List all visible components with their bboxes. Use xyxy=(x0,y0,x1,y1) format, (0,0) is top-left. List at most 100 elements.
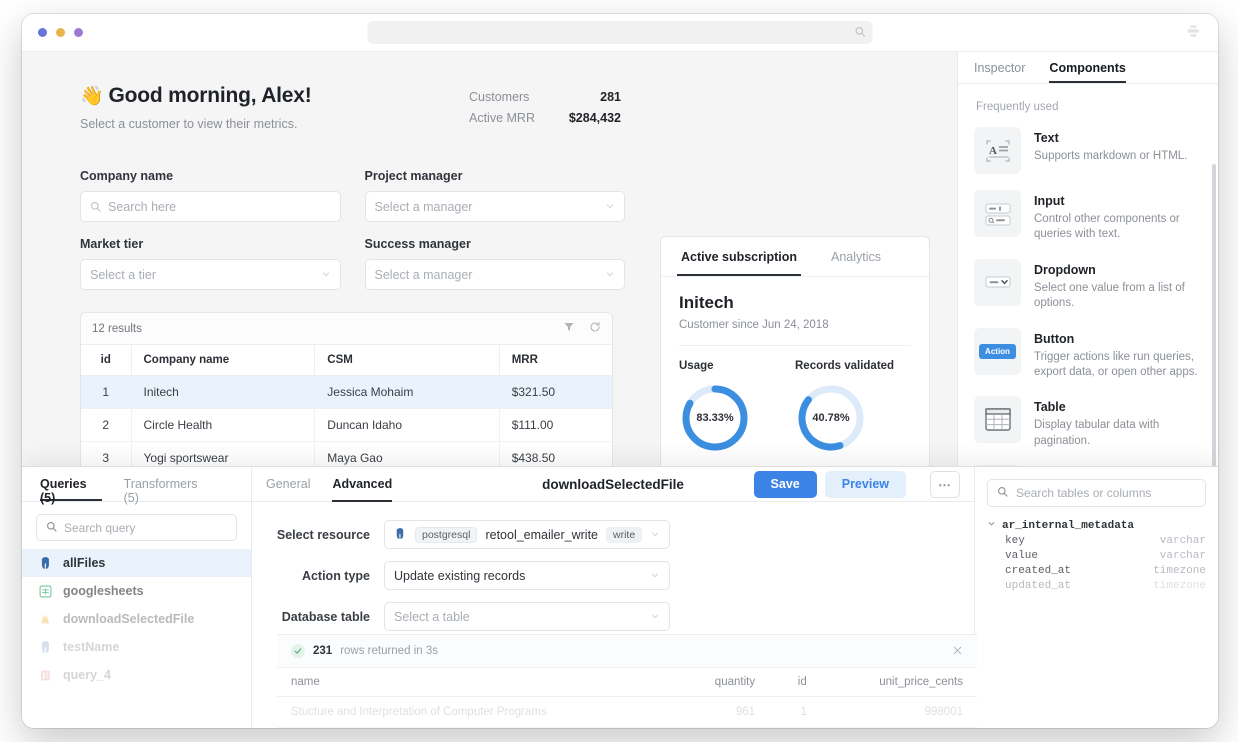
database-table-dropdown[interactable]: Select a table xyxy=(384,602,670,631)
res-col-unit-price[interactable]: unit_price_cents xyxy=(821,668,977,697)
tab-active-subscription[interactable]: Active subscription xyxy=(677,237,801,276)
market-tier-select[interactable]: Select a tier xyxy=(80,259,341,290)
table-row[interactable]: 1 Initech Jessica Mohaim $321.50 xyxy=(81,376,612,409)
field-database-table: Database table Select a table xyxy=(272,602,954,631)
usage-title: Usage xyxy=(679,360,795,372)
component-desc: Select one value from a list of options. xyxy=(1034,281,1202,312)
records-percent: 40.78% xyxy=(795,382,867,454)
cell-id: 1 xyxy=(81,376,131,409)
component-item-input[interactable]: Input Control other components or querie… xyxy=(974,183,1202,252)
search-icon xyxy=(855,24,866,42)
postgres-icon xyxy=(38,640,53,655)
action-type-dropdown[interactable]: Update existing records xyxy=(384,561,670,590)
tab-advanced[interactable]: Advanced xyxy=(332,467,392,502)
dropdown-component-icon xyxy=(974,259,1021,306)
results-count: 12 results xyxy=(92,323,142,335)
kpi-customers: Customers 281 xyxy=(469,90,621,104)
field-project-manager-label: Project manager xyxy=(365,169,626,183)
table-row[interactable]: 2 Circle Health Duncan Idaho $111.00 xyxy=(81,409,612,442)
query-editor-toolbar: General Advanced downloadSelectedFile Sa… xyxy=(252,467,974,502)
company-name-search-input[interactable]: Search here xyxy=(80,191,341,222)
window-controls[interactable] xyxy=(38,28,83,37)
resource-access-pill: write xyxy=(606,527,642,543)
search-icon xyxy=(90,201,101,212)
results-row[interactable]: Stucture and Interpretation of Computer … xyxy=(277,697,977,728)
select-resource-dropdown[interactable]: postgresql retool_emailer_write write xyxy=(384,520,670,549)
query-list-tabs: Queries (5) Transformers (5) xyxy=(22,467,251,502)
component-item-table[interactable]: Table Display tabular data with paginati… xyxy=(974,389,1202,458)
components-scrollbar[interactable] xyxy=(1212,164,1216,494)
kpi-customers-label: Customers xyxy=(469,90,529,104)
res-col-id[interactable]: id xyxy=(769,668,821,697)
refresh-icon[interactable] xyxy=(589,320,601,338)
col-company[interactable]: Company name xyxy=(131,345,315,376)
query-item-downloadselectedfile[interactable]: downloadSelectedFile xyxy=(22,605,251,633)
query-item-googlesheets[interactable]: googlesheets xyxy=(22,577,251,605)
schema-browser-pane: Search tables or columns ar_internal_met… xyxy=(974,467,1218,728)
component-item-text[interactable]: A Text Supports markdown or HTML. xyxy=(974,120,1202,183)
schema-column: updated_at timezone xyxy=(987,580,1206,592)
preview-button[interactable]: Preview xyxy=(825,471,906,498)
greeting-text: Good morning, Alex! xyxy=(108,84,311,107)
rest-icon xyxy=(38,668,53,683)
col-id[interactable]: id xyxy=(81,345,131,376)
frequently-used-label: Frequently used xyxy=(958,84,1218,120)
col-csm[interactable]: CSM xyxy=(315,345,499,376)
component-name: Input xyxy=(1034,194,1065,208)
schema-column: value varchar xyxy=(987,550,1206,562)
query-item-allfiles[interactable]: allFiles xyxy=(22,549,251,577)
more-options-button[interactable]: ⋯ xyxy=(930,471,960,498)
save-button[interactable]: Save xyxy=(754,471,817,498)
svg-text:A: A xyxy=(989,145,997,157)
project-manager-select[interactable]: Select a manager xyxy=(365,191,626,222)
schema-table-node[interactable]: ar_internal_metadata xyxy=(987,519,1206,532)
tab-queries[interactable]: Queries (5) xyxy=(40,467,102,501)
window-maximize-dot[interactable] xyxy=(74,28,83,37)
field-company-name: Company name Search here xyxy=(80,169,341,222)
component-name: Dropdown xyxy=(1034,263,1096,277)
res-cell-unit-price: 998001 xyxy=(821,697,977,728)
success-manager-placeholder: Select a manager xyxy=(375,268,473,282)
search-icon xyxy=(46,521,57,535)
window-close-dot[interactable] xyxy=(38,28,47,37)
text-component-icon: A xyxy=(974,127,1021,174)
res-col-quantity[interactable]: quantity xyxy=(674,668,769,697)
tab-inspector[interactable]: Inspector xyxy=(974,52,1025,83)
query-item-query-4[interactable]: query_4 xyxy=(22,661,251,689)
component-desc: Trigger actions like run queries, export… xyxy=(1034,350,1202,381)
database-table-label: Database table xyxy=(272,610,384,624)
kpi-mrr: Active MRR $284,432 xyxy=(469,111,621,125)
field-market-tier-label: Market tier xyxy=(80,237,341,251)
address-bar[interactable] xyxy=(368,21,873,44)
database-table-value: Select a table xyxy=(394,610,470,624)
table-header-row: id Company name CSM MRR xyxy=(81,345,612,376)
rows-returned-count: 231 xyxy=(313,645,332,657)
col-mrr[interactable]: MRR xyxy=(499,345,612,376)
market-tier-placeholder: Select a tier xyxy=(90,268,156,282)
chevron-down-icon xyxy=(321,268,331,282)
query-results: 231 rows returned in 3s name xyxy=(277,634,977,728)
schema-column-type: timezone xyxy=(1153,565,1206,577)
query-search-input[interactable]: Search query xyxy=(36,514,237,541)
window-minimize-dot[interactable] xyxy=(56,28,65,37)
kpi-customers-value: 281 xyxy=(600,90,621,104)
kpi-mrr-value: $284,432 xyxy=(569,111,621,125)
tab-general[interactable]: General xyxy=(266,467,310,502)
customer-since: Customer since Jun 24, 2018 xyxy=(679,319,911,346)
component-item-button[interactable]: Action Button Trigger actions like run q… xyxy=(974,321,1202,390)
tab-components[interactable]: Components xyxy=(1049,52,1125,83)
filter-icon[interactable] xyxy=(563,320,575,338)
tab-transformers[interactable]: Transformers (5) xyxy=(124,467,211,501)
query-item-testname[interactable]: testName xyxy=(22,633,251,661)
res-col-name[interactable]: name xyxy=(277,668,674,697)
button-component-badge: Action xyxy=(979,344,1016,359)
close-icon[interactable] xyxy=(952,644,963,659)
component-name: Table xyxy=(1034,400,1066,414)
firebase-icon xyxy=(38,612,53,627)
schema-search-input[interactable]: Search tables or columns xyxy=(987,479,1206,507)
query-name: downloadSelectedFile xyxy=(63,612,194,626)
layout-icon[interactable] xyxy=(1186,23,1202,44)
component-item-dropdown[interactable]: Dropdown Select one value from a list of… xyxy=(974,252,1202,321)
success-manager-select[interactable]: Select a manager xyxy=(365,259,626,290)
tab-analytics[interactable]: Analytics xyxy=(827,237,885,276)
